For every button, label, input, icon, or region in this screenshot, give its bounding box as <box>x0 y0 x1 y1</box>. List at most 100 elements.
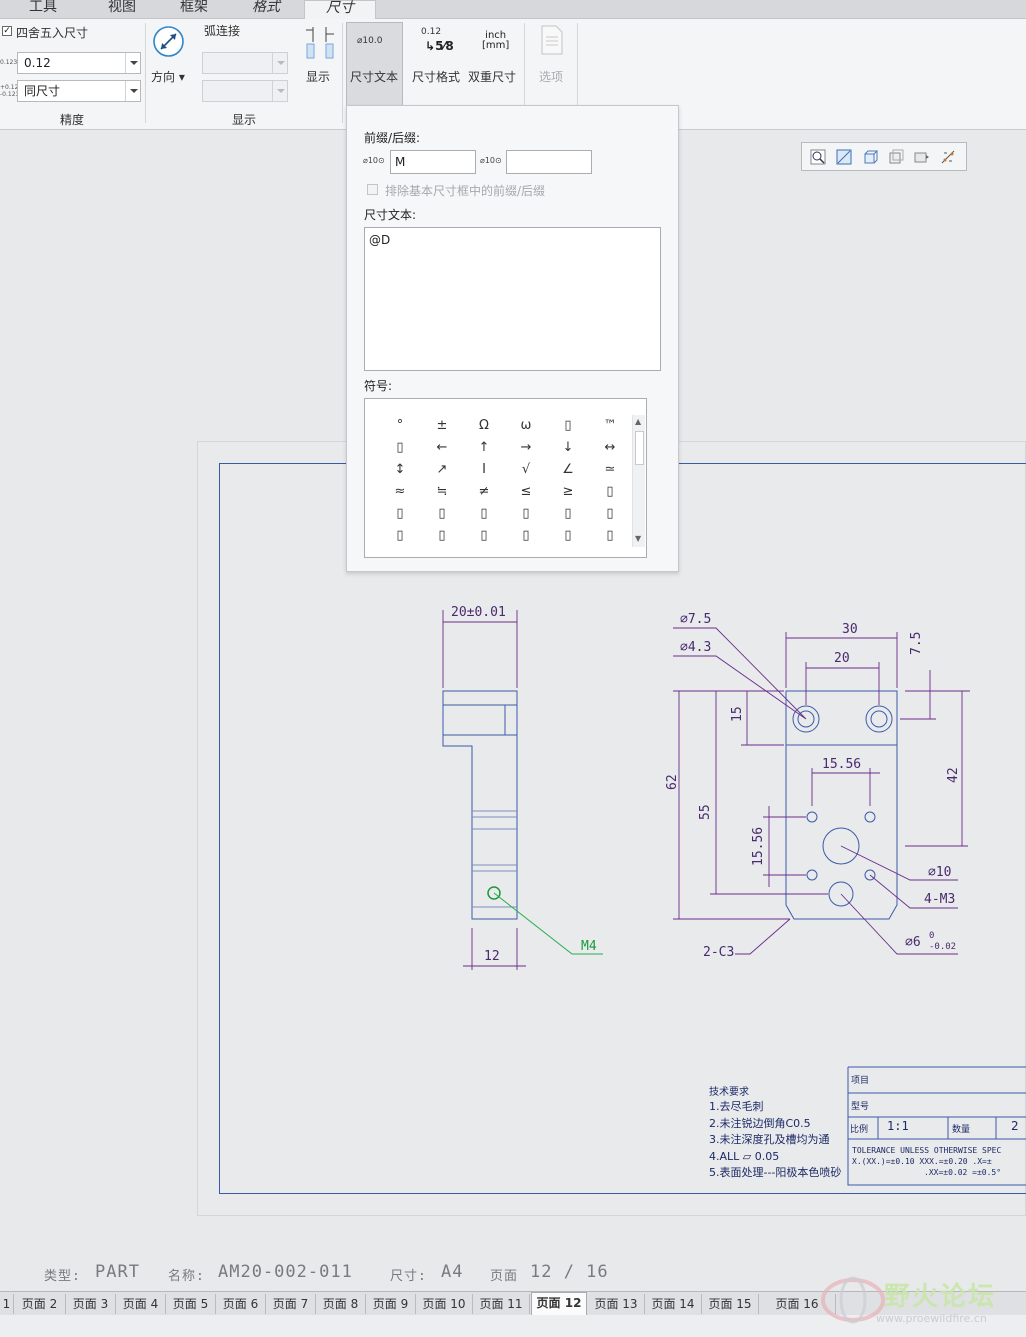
dim-55[interactable]: 55 <box>698 804 713 820</box>
symbol-approx[interactable]: ≈ <box>379 481 421 503</box>
dim-30[interactable]: 30 <box>842 622 858 637</box>
symbol-trademark[interactable]: ™ <box>589 415 631 437</box>
dim-42[interactable]: 42 <box>946 767 961 783</box>
dim-c3[interactable]: 2-C3 <box>703 945 734 960</box>
suffix-input[interactable] <box>506 150 592 174</box>
dim-20[interactable]: 20±0.01 <box>451 605 506 620</box>
symbol-box[interactable]: ▯ <box>379 503 421 525</box>
page-tab-4[interactable]: 页面 4 <box>116 1294 166 1314</box>
page-tab-7[interactable]: 页面 7 <box>266 1294 316 1314</box>
dim-1556a[interactable]: 15.56 <box>822 757 861 772</box>
dim-line-1556a <box>811 768 880 806</box>
exclude-label: 排除基本尺寸框中的前缀/后缀 <box>385 184 546 198</box>
page-tab-1[interactable]: 1 <box>0 1294 14 1314</box>
tb-item: 项目 <box>851 1076 870 1086</box>
page-tab-10[interactable]: 页面 10 <box>416 1294 473 1314</box>
dim-phi6[interactable]: ⌀6 0 -0.02 <box>905 931 956 952</box>
watermark-url: www.proewildfire.cn <box>876 1312 987 1325</box>
m3-hole-1 <box>806 811 818 823</box>
dim-phi10[interactable]: ⌀10 <box>928 865 951 880</box>
page-tab-8[interactable]: 页面 8 <box>316 1294 366 1314</box>
symbol-box[interactable]: ▯ <box>505 525 547 547</box>
page-tab-2[interactable]: 页面 2 <box>14 1294 66 1314</box>
page-tab-14[interactable]: 页面 14 <box>645 1294 702 1314</box>
side-dims <box>442 610 526 970</box>
symbol-less-equal[interactable]: ≤ <box>505 481 547 503</box>
symbol-box[interactable]: ▯ <box>463 503 505 525</box>
symbol-box[interactable]: ▯ <box>589 525 631 547</box>
symbol-omega-lower[interactable]: ω <box>505 415 547 437</box>
page-tab-6[interactable]: 页面 6 <box>216 1294 266 1314</box>
tb-qty-value: 2 <box>1011 1119 1019 1133</box>
symbol-greater-equal[interactable]: ≥ <box>547 481 589 503</box>
page-tab-12[interactable]: 页面 12 <box>531 1292 587 1316</box>
dim-text-area-value: @D <box>369 233 391 247</box>
hole-75b-inner <box>870 710 888 728</box>
page-tab-13[interactable]: 页面 13 <box>588 1294 645 1314</box>
dim-15[interactable]: 15 <box>730 706 745 722</box>
symbol-arrow-up-down[interactable]: ↕ <box>379 459 421 481</box>
symbol-box[interactable]: ▯ <box>379 525 421 547</box>
symbol-ibeam[interactable]: Ι <box>463 459 505 481</box>
page-tab-3[interactable]: 页面 3 <box>66 1294 116 1314</box>
symbol-degree[interactable]: ° <box>379 415 421 437</box>
dim-m4[interactable]: M4 <box>581 939 597 954</box>
prefix-input[interactable]: M <box>390 150 476 174</box>
symbol-box[interactable]: ▯ <box>505 503 547 525</box>
dim-1556b[interactable]: 15.56 <box>751 827 766 866</box>
info-size-label: 尺寸: <box>390 1269 427 1284</box>
symbol-omega[interactable]: Ω <box>463 415 505 437</box>
dim-text-area[interactable]: @D <box>364 227 661 371</box>
dim-phi75[interactable]: ⌀7.5 <box>680 612 711 627</box>
symbol-angle[interactable]: ∠ <box>547 459 589 481</box>
symbol-arrow-up[interactable]: ↑ <box>463 437 505 459</box>
symbol-box[interactable]: ▯ <box>463 525 505 547</box>
symbol-box[interactable]: ▯ <box>547 503 589 525</box>
tb-tol-1: TOLERANCE UNLESS OTHERWISE SPEC <box>852 1146 1002 1155</box>
dim-62[interactable]: 62 <box>665 774 680 790</box>
page-tab-15[interactable]: 页面 15 <box>702 1294 759 1314</box>
symbol-arrow-down[interactable]: ↓ <box>547 437 589 459</box>
symbol-box[interactable]: ▯ <box>421 503 463 525</box>
info-size-value: A4 <box>441 1262 464 1282</box>
symbol-arrow-left[interactable]: ← <box>421 437 463 459</box>
dim-75[interactable]: 7.5 <box>909 632 924 655</box>
front-view[interactable] <box>785 690 898 920</box>
symbol-box[interactable]: ▯ <box>547 415 589 437</box>
m3-hole-3 <box>806 869 818 881</box>
symbol-scrollbar[interactable]: ▲ ▼ <box>632 415 645 547</box>
tech-title: 技术要求 <box>709 1087 749 1098</box>
scroll-up-icon[interactable]: ▲ <box>635 417 641 426</box>
dim-20b[interactable]: 20 <box>834 651 850 666</box>
symbol-arrow-right[interactable]: → <box>505 437 547 459</box>
symbol-box[interactable]: ▯ <box>547 525 589 547</box>
symbol-sqrt[interactable]: √ <box>505 459 547 481</box>
dim-line-20 <box>442 610 518 688</box>
symbol-arrow-left-right[interactable]: ↔ <box>589 437 631 459</box>
page-tab-5[interactable]: 页面 5 <box>166 1294 216 1314</box>
symbol-arrow-diagonal[interactable]: ↗ <box>421 459 463 481</box>
dim-m3[interactable]: 4-M3 <box>924 892 955 907</box>
symbol-not-equal[interactable]: ≠ <box>463 481 505 503</box>
hole-75b-outer <box>865 705 893 733</box>
scrollbar-thumb[interactable] <box>635 431 644 465</box>
exclude-checkbox[interactable] <box>367 184 378 195</box>
front-view-outline <box>785 690 898 920</box>
dim-phi43[interactable]: ⌀4.3 <box>680 640 711 655</box>
symbol-plus-minus[interactable]: ± <box>421 415 463 437</box>
symbol-nearly-equal[interactable]: ≒ <box>421 481 463 503</box>
symbol-approx-equal[interactable]: ≃ <box>589 459 631 481</box>
symbol-box[interactable]: ▯ <box>589 503 631 525</box>
dim-line-75 <box>900 670 970 720</box>
page-tab-11[interactable]: 页面 11 <box>473 1294 530 1314</box>
dim-12[interactable]: 12 <box>484 949 500 964</box>
suffix-icon: ⌀10⊙ <box>480 156 502 165</box>
symbol-box[interactable]: ▯ <box>421 525 463 547</box>
tech-line: 4.ALL ▱ 0.05 <box>709 1149 780 1163</box>
symbol-box[interactable]: ▯ <box>379 437 421 459</box>
side-view[interactable] <box>442 690 518 920</box>
page-tab-9[interactable]: 页面 9 <box>366 1294 416 1314</box>
symbol-box[interactable]: ▯ <box>589 481 631 503</box>
scroll-down-icon[interactable]: ▼ <box>635 534 641 543</box>
info-page-label: 页面 <box>490 1269 519 1284</box>
